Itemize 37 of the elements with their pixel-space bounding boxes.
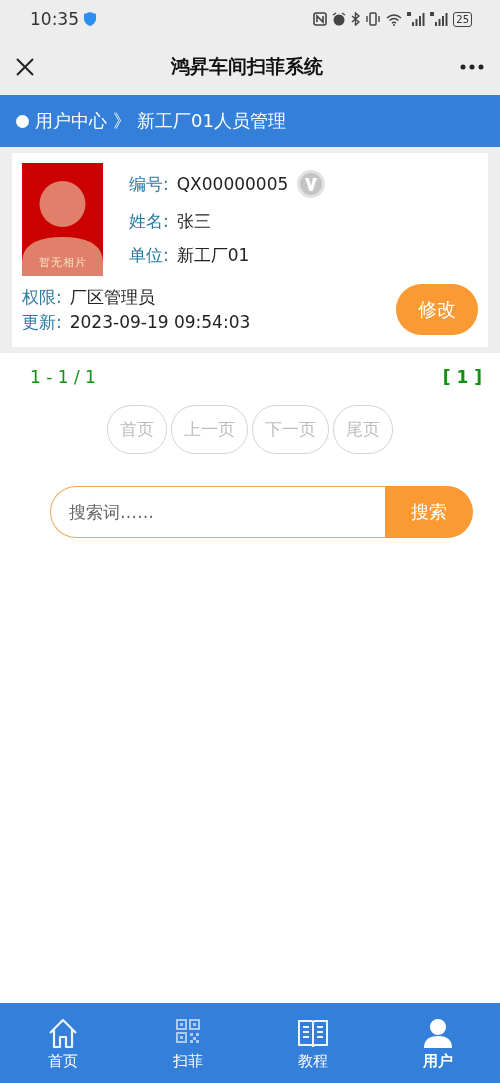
field-label: 编号: xyxy=(129,172,169,196)
field-label: 权限: xyxy=(22,285,62,309)
search-button[interactable]: 搜索 xyxy=(385,486,473,538)
search-field[interactable]: 搜索词…… xyxy=(50,486,385,538)
close-icon[interactable] xyxy=(16,57,34,76)
signal-icon xyxy=(407,12,426,26)
battery-indicator: 25 xyxy=(453,11,472,27)
bluetooth-icon xyxy=(351,12,361,26)
more-icon[interactable] xyxy=(460,63,484,70)
field-value: 新工厂01 xyxy=(176,244,250,267)
wifi-icon xyxy=(386,12,403,26)
signal-icon xyxy=(430,12,449,26)
breadcrumb-separator: 》 xyxy=(113,109,131,133)
nav-tab[interactable]: 用户 xyxy=(392,1014,483,1072)
photo-caption: 暂无相片 xyxy=(37,256,88,270)
current-page: [ 1 ] xyxy=(442,367,482,387)
alarm-icon xyxy=(332,12,347,26)
nav-tab[interactable]: 教程 xyxy=(267,1014,358,1072)
bullet-icon xyxy=(16,114,29,128)
vibrate-icon xyxy=(365,12,382,26)
field-value: 张三 xyxy=(176,210,211,233)
field-label: 单位: xyxy=(129,244,169,267)
shield-icon xyxy=(84,12,96,26)
field-label: 姓名: xyxy=(129,210,169,233)
field-value: QX00000005 xyxy=(176,174,289,194)
edit-button[interactable]: 修改 xyxy=(396,284,478,335)
status-time: 10:35 xyxy=(30,9,79,29)
nav-tab[interactable]: 首页 xyxy=(17,1014,108,1072)
breadcrumb-link[interactable]: 用户中心 xyxy=(35,109,107,133)
field-value: 厂区管理员 xyxy=(69,285,155,309)
field-value: 2023-09-19 09:54:03 xyxy=(69,312,251,332)
breadcrumb-current: 新工厂01人员管理 xyxy=(137,109,286,133)
field-label: 更新: xyxy=(22,310,62,334)
page-range: 1 - 1 / 1 xyxy=(30,367,96,387)
nfc-icon xyxy=(313,12,328,26)
nav-tab[interactable]: 扫菲 xyxy=(142,1014,233,1072)
page-title: 鸿昇车间扫菲系统 xyxy=(171,53,323,79)
